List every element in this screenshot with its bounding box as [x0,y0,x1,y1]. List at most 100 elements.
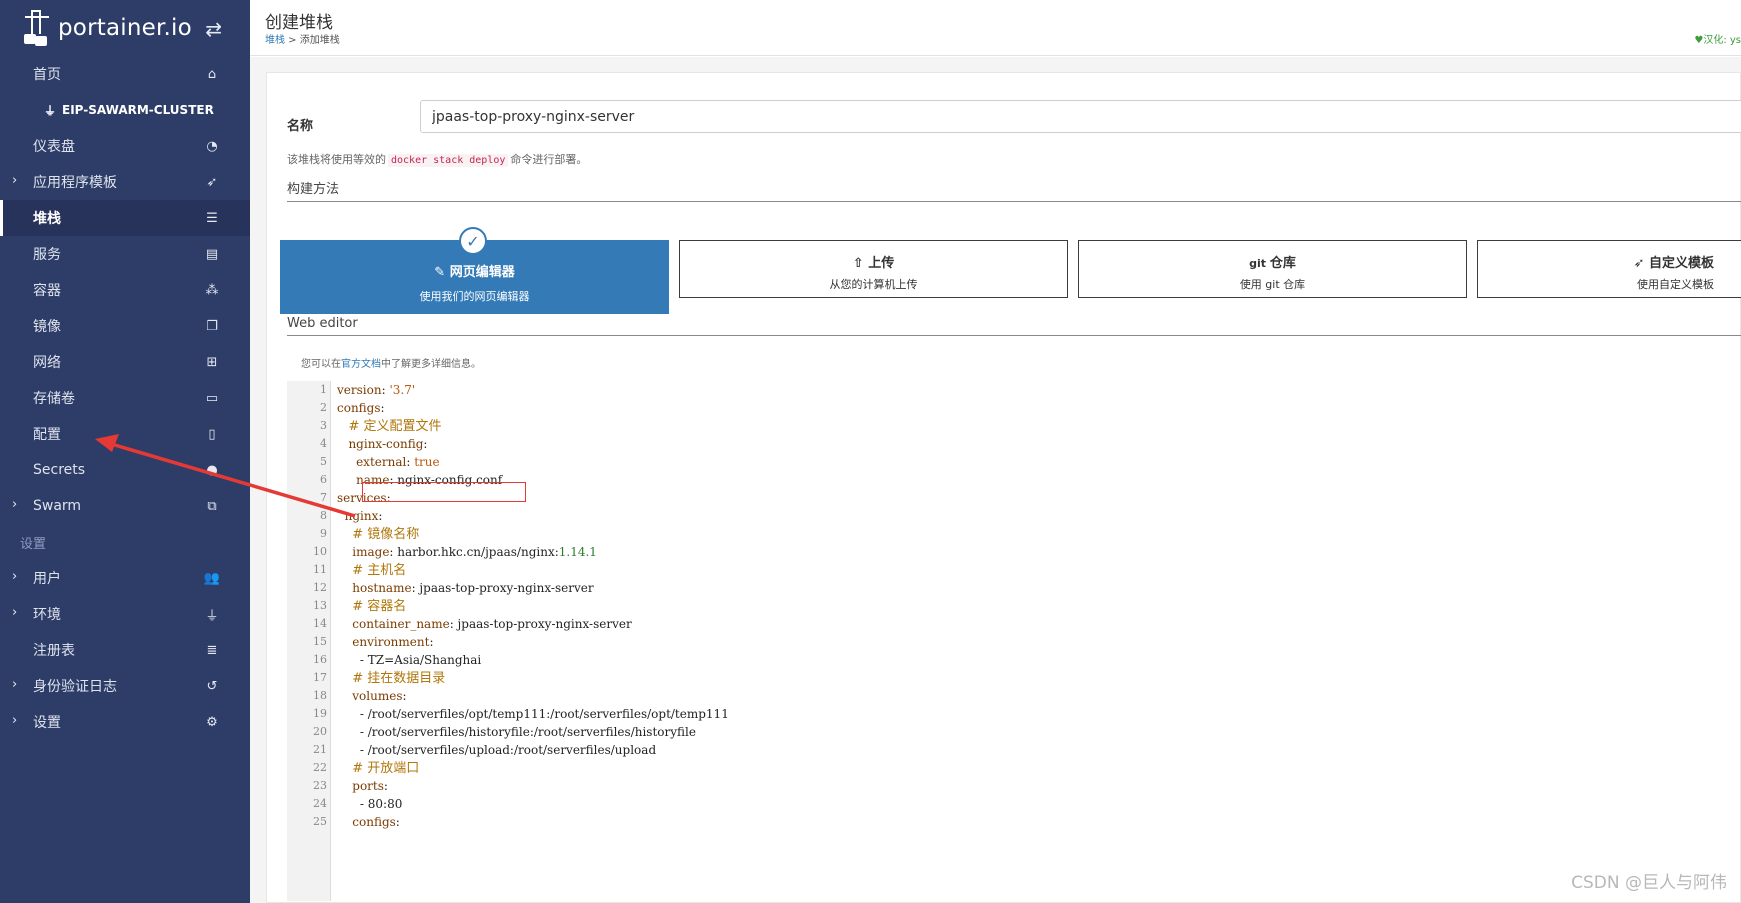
editor-line[interactable]: 8 nginx: [287,507,1737,525]
docs-link[interactable]: 官方文档 [341,359,381,370]
editor-line-text: # 挂在数据目录 [352,671,446,686]
sidebar-item-label: 服务 [33,247,61,263]
name-label: 名称 [287,119,314,134]
editor-line[interactable]: 17 # 挂在数据目录 [287,669,1737,687]
editor-line[interactable]: 21 - /root/serverfiles/upload:/root/serv… [287,741,1737,759]
deploy-hint: 该堆栈将使用等效的 docker stack deploy 命令进行部署。 [287,151,587,167]
sidebar-item-images[interactable]: 镜像 ❐ [0,308,250,344]
sidebar-item-label: 首页 [33,67,61,83]
editor-line-text: # 主机名 [352,563,407,578]
portainer-logo-icon [22,8,52,48]
swap-icon[interactable]: ⇄ [205,17,222,41]
create-stack-form: 名称 该堆栈将使用等效的docker stack deploy命令进行部署。 构… [266,72,1741,903]
sidebar-nav: 首页 ⌂ ⏚ EIP-SAWARM-CLUSTER 仪表盘 ◔ › 应用程序模板… [0,56,250,740]
docs-suffix: 中了解更多详细信息。 [381,359,481,370]
method-title: 仓库 [1269,256,1296,271]
hint-code: docker stack deploy [388,154,509,167]
logo-text: portainer.io [58,15,192,41]
sidebar-item-label: EIP-SAWARM-CLUSTER [62,103,214,117]
method-subtitle: 使用 git 仓库 [1239,278,1306,291]
editor-line[interactable]: 12 hostname: jpaas-top-proxy-nginx-serve… [287,579,1737,597]
line-number: 13 [313,599,327,612]
logo[interactable]: portainer.io ⇄ [0,0,250,56]
line-number: 21 [313,743,327,756]
method-custom-template[interactable]: ➶ 自定义模板 使用自定义模板 [1477,240,1741,298]
plug-icon: ⏚ [205,608,219,624]
method-subtitle: 使用自定义模板 [1637,278,1714,291]
stack-name-input[interactable] [420,100,1741,133]
method-upload[interactable]: ⇧ 上传 从您的计算机上传 [679,240,1068,298]
sidebar-item-stacks[interactable]: 堆栈 ☰ [0,200,250,236]
editor-line[interactable]: 16 - TZ=Asia/Shanghai [287,651,1737,669]
editor-line[interactable]: 10 image: harbor.hkc.cn/jpaas/nginx:1.14… [287,543,1737,561]
method-web-editor[interactable]: ✓ ✎ 网页编辑器 使用我们的网页编辑器 [280,227,669,314]
sidebar-item-swarm[interactable]: › Swarm ⧉ [0,488,250,524]
sidebar-item-configs[interactable]: 配置 ▯ [0,416,250,452]
line-number: 19 [313,707,327,720]
line-number: 8 [320,509,327,522]
editor-line[interactable]: 1 version: '3.7' [287,381,1737,399]
code-editor[interactable]: 1 version: '3.7' 2 configs: 3 # 定义配置文件 4 ngin… [287,381,1737,901]
sidebar-item-app-templates[interactable]: › 应用程序模板 ➶ [0,164,250,200]
web-editor-title: Web editor [287,316,1741,336]
sidebar-item-secrets[interactable]: Secrets ● [0,452,250,488]
editor-line-text: hostname: jpaas-top-proxy-nginx-server [352,581,594,595]
sidebar-item-networks[interactable]: 网络 ⊞ [0,344,250,380]
editor-line-text: # 容器名 [352,599,407,614]
edit-icon: ✎ [434,265,450,280]
editor-line[interactable]: 13 # 容器名 [287,597,1737,615]
hint-prefix: 该堆栈将使用等效的 [287,153,386,166]
line-number: 5 [320,455,327,468]
sidebar-item-dashboard[interactable]: 仪表盘 ◔ [0,128,250,164]
editor-line-text: # 定义配置文件 [348,419,442,434]
editor-line[interactable]: 3 # 定义配置文件 [287,417,1737,435]
sitemap-icon: ⊞ [206,354,218,370]
editor-line[interactable]: 24 - 80:80 [287,795,1737,813]
editor-line[interactable]: 22 # 开放端口 [287,759,1737,777]
sidebar-item-auth-logs[interactable]: › 身份验证日志 ↺ [0,668,250,704]
sidebar-item-label: 网络 [33,355,61,371]
user-secret-icon: ● [206,462,218,478]
editor-line-text: - TZ=Asia/Shanghai [337,653,482,667]
chevron-right-icon: › [12,497,18,512]
sidebar-item-registries[interactable]: 注册表 ≣ [0,632,250,668]
editor-line[interactable]: 2 configs: [287,399,1737,417]
cubes-icon: ⁂ [205,282,219,298]
editor-line[interactable]: 20 - /root/serverfiles/historyfile:/root… [287,723,1737,741]
sidebar-item-label: 注册表 [33,643,75,659]
sidebar-item-label: 堆栈 [33,211,61,227]
method-title: 自定义模板 [1648,256,1714,271]
sidebar-item-users[interactable]: › 用户 👥 [0,560,250,596]
editor-line-text: ports: [352,779,388,793]
sidebar-item-services[interactable]: 服务 ▤ [0,236,250,272]
method-git-repo[interactable]: git 仓库 使用 git 仓库 [1078,240,1467,298]
editor-line[interactable]: 5 external: true [287,453,1737,471]
editor-line[interactable]: 25 configs: [287,813,1737,831]
editor-line-text: # 开放端口 [352,761,420,776]
editor-line-text: - 80:80 [337,797,403,811]
sidebar-item-settings[interactable]: › 设置 ⚙ [0,704,250,740]
sidebar: portainer.io ⇄ 首页 ⌂ ⏚ EIP-SAWARM-CLUSTER… [0,0,250,903]
editor-line[interactable]: 18 volumes: [287,687,1737,705]
editor-line[interactable]: 23 ports: [287,777,1737,795]
breadcrumb-link-stacks[interactable]: 堆栈 [265,35,285,46]
sidebar-item-volumes[interactable]: 存储卷 ▭ [0,380,250,416]
editor-line[interactable]: 9 # 镜像名称 [287,525,1737,543]
main-content: 名称 该堆栈将使用等效的docker stack deploy命令进行部署。 构… [250,57,1741,903]
editor-line[interactable]: 4 nginx-config: [287,435,1737,453]
chevron-right-icon: › [12,713,18,728]
editor-line[interactable]: 19 - /root/serverfiles/opt/temp111:/root… [287,705,1737,723]
editor-line[interactable]: 15 environment: [287,633,1737,651]
line-number: 22 [313,761,327,774]
sidebar-item-home[interactable]: 首页 ⌂ [0,56,250,92]
editor-line-text: environment: [352,635,434,649]
editor-line[interactable]: 14 container_name: jpaas-top-proxy-nginx… [287,615,1737,633]
sidebar-item-containers[interactable]: 容器 ⁂ [0,272,250,308]
sidebar-item-label: 配置 [33,427,61,443]
editor-line[interactable]: 11 # 主机名 [287,561,1737,579]
sidebar-item-environments[interactable]: › 环境 ⏚ [0,596,250,632]
file-code-icon: ▯ [208,426,216,442]
editor-line-text: nginx: [344,509,383,523]
rocket-icon: ➶ [1633,256,1649,271]
editor-line-text: version: '3.7' [337,383,416,397]
